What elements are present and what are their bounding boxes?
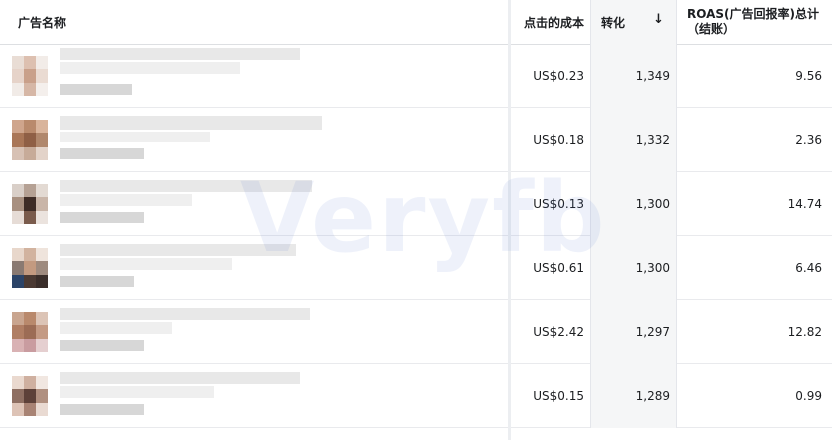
- ad-name-cell[interactable]: [0, 108, 508, 172]
- table-row[interactable]: US$0.13 1,300 14.74: [0, 172, 832, 236]
- roas-cell: 9.56: [676, 44, 832, 108]
- blurred-ad-name: [60, 48, 300, 60]
- table-row[interactable]: US$0.18 1,332 2.36: [0, 108, 832, 172]
- blurred-ad-name: [60, 244, 296, 256]
- blurred-ad-name: [60, 194, 192, 206]
- blurred-ad-name: [60, 132, 210, 142]
- table-body: US$0.23 1,349 9.56 US$0.18 1,332 2.36 US…: [0, 44, 832, 428]
- blurred-ad-name: [60, 258, 232, 270]
- ad-thumbnail: [12, 120, 48, 160]
- blurred-ad-name: [60, 308, 310, 320]
- blurred-ad-name: [60, 62, 240, 74]
- conversions-cell: 1,300: [590, 172, 676, 236]
- column-header-cost-per-click[interactable]: 点击的成本: [508, 0, 590, 44]
- table-row[interactable]: US$0.15 1,289 0.99: [0, 364, 832, 428]
- ad-thumbnail: [12, 248, 48, 288]
- roas-cell: 12.82: [676, 300, 832, 364]
- ad-thumbnail: [12, 376, 48, 416]
- ad-name-cell[interactable]: [0, 236, 508, 300]
- roas-cell: 14.74: [676, 172, 832, 236]
- cost-per-click-cell: US$0.15: [533, 389, 584, 403]
- conversions-cell: 1,289: [590, 364, 676, 428]
- blurred-ad-id: [60, 148, 144, 159]
- ad-name-cell[interactable]: [0, 300, 508, 364]
- roas-cell: 2.36: [676, 108, 832, 172]
- ad-thumbnail: [12, 312, 48, 352]
- column-header-conversions-label: 转化: [601, 15, 626, 30]
- conversions-cell: 1,332: [590, 108, 676, 172]
- cost-per-click-cell: US$0.23: [533, 69, 584, 83]
- blurred-ad-name: [60, 386, 214, 398]
- blurred-ad-name: [60, 322, 172, 334]
- blurred-ad-name: [60, 372, 300, 384]
- column-resize-handle[interactable]: [508, 0, 511, 440]
- column-header-roas[interactable]: ROAS(广告回报率)总计（结账）: [676, 0, 832, 44]
- roas-cell: 0.99: [676, 364, 832, 428]
- column-header-roas-label: ROAS(广告回报率)总计（结账）: [687, 7, 820, 36]
- blurred-ad-id: [60, 340, 144, 351]
- column-header-cost-per-click-label: 点击的成本: [523, 15, 584, 30]
- arrow-down-icon[interactable]: ↓: [653, 12, 664, 27]
- cost-per-click-cell: US$2.42: [533, 325, 584, 339]
- table-row[interactable]: US$2.42 1,297 12.82: [0, 300, 832, 364]
- table-header: 广告名称 点击的成本 转化 ↓ ROAS(广告回报率)总计（结账）: [0, 0, 832, 45]
- column-header-conversions[interactable]: 转化 ↓: [590, 0, 676, 44]
- blurred-ad-id: [60, 404, 144, 415]
- conversions-cell: 1,349: [590, 44, 676, 108]
- ad-name-cell[interactable]: [0, 44, 508, 108]
- blurred-ad-id: [60, 84, 132, 95]
- cost-per-click-cell: US$0.18: [533, 133, 584, 147]
- ad-name-cell[interactable]: [0, 364, 508, 428]
- column-header-ad-name-label: 广告名称: [18, 15, 67, 30]
- blurred-ad-id: [60, 276, 134, 287]
- ad-name-cell[interactable]: [0, 172, 508, 236]
- ad-thumbnail: [12, 184, 48, 224]
- ads-table: 广告名称 点击的成本 转化 ↓ ROAS(广告回报率)总计（结账） US$0.2…: [0, 0, 832, 440]
- table-row[interactable]: US$0.23 1,349 9.56: [0, 44, 832, 108]
- blurred-ad-id: [60, 212, 144, 223]
- blurred-ad-name: [60, 116, 322, 130]
- cost-per-click-cell: US$0.13: [533, 197, 584, 211]
- cost-per-click-cell: US$0.61: [533, 261, 584, 275]
- column-header-ad-name[interactable]: 广告名称: [0, 0, 508, 44]
- conversions-cell: 1,297: [590, 300, 676, 364]
- table-row[interactable]: US$0.61 1,300 6.46: [0, 236, 832, 300]
- conversions-cell: 1,300: [590, 236, 676, 300]
- ad-thumbnail: [12, 56, 48, 96]
- blurred-ad-name: [60, 180, 312, 192]
- roas-cell: 6.46: [676, 236, 832, 300]
